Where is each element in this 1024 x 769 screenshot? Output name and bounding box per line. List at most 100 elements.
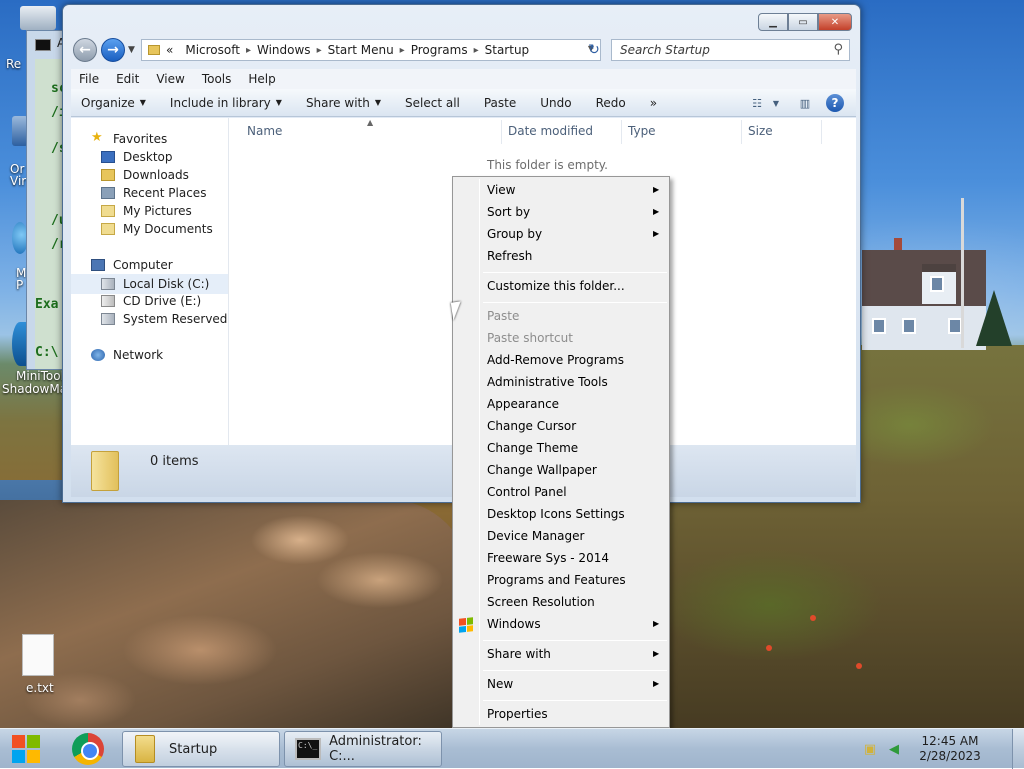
breadcrumb-separator-icon[interactable]: ▸ [246,45,251,56]
nav-recent-places[interactable]: Recent Places [101,186,206,200]
ctx-change-wallpaper[interactable]: Change Wallpaper [487,463,597,477]
ctx-sort-by[interactable]: Sort by [487,205,530,219]
breadcrumb-microsoft[interactable]: Microsoft [185,43,240,57]
desktop-icon-label[interactable]: P [16,278,23,292]
menu-edit[interactable]: Edit [108,72,148,86]
ctx-freeware-sys[interactable]: Freeware Sys - 2014 [487,551,609,565]
paste-button[interactable]: Paste [474,96,530,110]
desktop-icon-label[interactable]: Vir [10,174,26,188]
include-in-library-button[interactable]: Include in library ▼ [160,96,296,110]
nav-cd-drive[interactable]: CD Drive (E:) [101,294,201,308]
ctx-new[interactable]: New [487,677,513,691]
start-button[interactable] [10,733,42,765]
breadcrumb-windows[interactable]: Windows [257,43,311,57]
back-button[interactable]: ← [73,38,97,62]
breadcrumb-overflow[interactable]: « [166,43,173,57]
ctx-administrative-tools[interactable]: Administrative Tools [487,375,608,389]
recycle-bin-icon[interactable] [20,6,56,30]
column-type[interactable]: Type [628,124,656,138]
context-menu: View ▶ Sort by ▶ Group by ▶ Refresh Cust… [452,176,670,728]
share-with-label: Share with [305,95,370,110]
taskbar-startup-label: Startup [169,741,218,757]
nav-local-disk[interactable]: Local Disk (C:) [71,274,228,294]
column-separator[interactable] [501,120,502,144]
ctx-add-remove-programs[interactable]: Add-Remove Programs [487,353,624,367]
ctx-refresh[interactable]: Refresh [487,249,532,263]
address-bar[interactable]: « Microsoft ▸ Windows ▸ Start Menu ▸ Progra… [141,39,601,61]
nav-desktop[interactable]: Desktop [101,150,173,164]
ctx-programs-and-features[interactable]: Programs and Features [487,573,626,587]
organize-button[interactable]: Organize ▼ [71,96,160,110]
desktop-icon-label[interactable]: ShadowMa [2,382,67,396]
nav-favorites[interactable]: ★ Favorites [91,131,167,146]
search-input[interactable]: Search Startup ⚲ [611,39,850,61]
forward-button[interactable]: → [101,38,125,62]
ctx-control-panel[interactable]: Control Panel [487,485,567,499]
taskbar-console-button[interactable]: C:\_ Administrator: C:... [284,731,442,767]
menu-view[interactable]: View [148,72,193,86]
ctx-view[interactable]: View [487,183,515,197]
undo-button[interactable]: Undo [530,96,585,110]
submenu-arrow-icon: ▶ [653,229,660,238]
nav-network[interactable]: Network [91,348,163,362]
taskbar-startup-button[interactable]: Startup [122,731,280,767]
nav-recent-places-label: Recent Places [123,186,207,200]
ctx-screen-resolution[interactable]: Screen Resolution [487,595,595,609]
ctx-properties[interactable]: Properties [487,707,548,721]
ctx-appearance[interactable]: Appearance [487,397,559,411]
desktop-icon-label[interactable]: e.txt [26,681,54,695]
chrome-icon[interactable] [72,733,104,765]
column-size[interactable]: Size [748,124,773,138]
breadcrumb-separator-icon[interactable]: ▸ [317,45,322,56]
ctx-customize-folder[interactable]: Customize this folder... [487,279,625,293]
maximize-button[interactable]: ▭ [788,13,818,31]
nav-my-pictures[interactable]: My Pictures [101,204,192,218]
breadcrumb-programs[interactable]: Programs [411,43,468,57]
pictures-folder-icon [101,205,115,217]
column-separator[interactable] [821,120,822,144]
nav-my-documents[interactable]: My Documents [101,222,213,236]
column-separator[interactable] [741,120,742,144]
view-options-chevron-icon[interactable]: ▼ [772,96,780,110]
ctx-change-theme[interactable]: Change Theme [487,441,578,455]
minimize-button[interactable]: ▁ [758,13,788,31]
text-file-icon[interactable] [22,634,54,676]
search-icon[interactable]: ⚲ [833,42,843,57]
column-name[interactable]: Name [247,124,282,138]
ctx-desktop-icons-settings[interactable]: Desktop Icons Settings [487,507,625,521]
nav-computer[interactable]: Computer [91,258,173,272]
share-with-button[interactable]: Share with ▼ [296,96,395,110]
ctx-device-manager[interactable]: Device Manager [487,529,584,543]
refresh-icon[interactable]: ↻ [583,39,605,61]
desktop-icon-label[interactable]: MiniTool [16,369,64,383]
ctx-group-by[interactable]: Group by [487,227,542,241]
change-view-icon[interactable]: ☷ [748,96,766,110]
ctx-change-cursor[interactable]: Change Cursor [487,419,576,433]
column-separator[interactable] [621,120,622,144]
nav-downloads[interactable]: Downloads [101,168,189,182]
clock[interactable]: 12:45 AM 2/28/2023 [910,734,990,764]
breadcrumb-startup[interactable]: Startup [485,43,530,57]
more-commands-button[interactable]: » [640,96,671,110]
show-desktop-button[interactable] [1012,729,1024,769]
menu-help[interactable]: Help [240,72,284,86]
menu-file[interactable]: File [71,72,108,86]
column-date-modified[interactable]: Date modified [508,124,593,138]
breadcrumb-separator-icon[interactable]: ▸ [474,45,479,56]
ctx-windows[interactable]: Windows [487,617,541,631]
preview-pane-icon[interactable]: ▥ [796,96,814,110]
redo-button[interactable]: Redo [586,96,640,110]
breadcrumb-start-menu[interactable]: Start Menu [328,43,394,57]
network-tray-icon[interactable]: ▣ [862,741,878,757]
ctx-share-with[interactable]: Share with [487,647,551,661]
console-line: Exa [35,297,59,312]
menu-tools[interactable]: Tools [194,72,241,86]
desktop-icon-label[interactable]: Re [6,57,21,71]
breadcrumb-separator-icon[interactable]: ▸ [400,45,405,56]
recent-pages-chevron-icon[interactable]: ▼ [128,45,135,55]
close-button[interactable]: ✕ [818,13,852,31]
help-icon[interactable]: ? [826,94,844,112]
select-all-button[interactable]: Select all [395,96,474,110]
nav-system-reserved[interactable]: System Reserved ( [101,312,228,326]
volume-icon[interactable]: ◀ [886,741,902,757]
